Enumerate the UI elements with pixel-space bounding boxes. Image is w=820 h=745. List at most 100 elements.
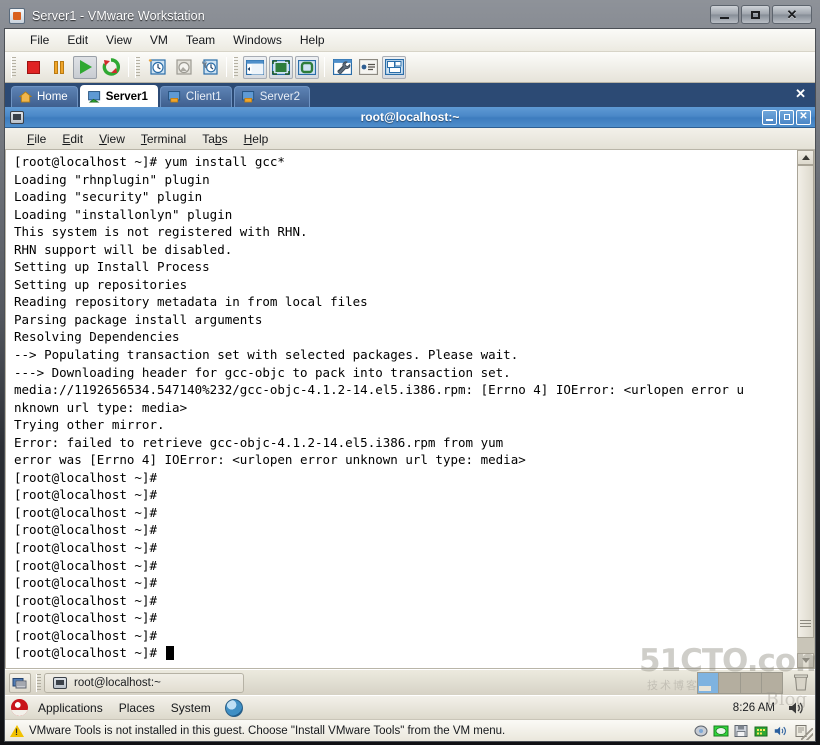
terminal-line: Setting up Install Process — [14, 259, 210, 275]
web-browser-icon[interactable] — [224, 698, 243, 717]
red-hat-icon[interactable] — [11, 699, 28, 716]
menu-help[interactable]: Help — [291, 31, 334, 49]
workspace-switcher[interactable] — [697, 672, 783, 694]
terminal-menu-help[interactable]: Help — [236, 131, 277, 147]
clock[interactable]: 8:26 AM — [733, 702, 775, 714]
minimize-button[interactable] — [710, 5, 739, 24]
workspace-2[interactable] — [719, 673, 741, 693]
tab-close-button[interactable]: ✕ — [795, 87, 806, 100]
tab-home-label: Home — [37, 91, 68, 103]
menu-file[interactable]: File — [21, 31, 58, 49]
terminal-line: [root@localhost ~]# — [14, 610, 157, 626]
stop-square-icon — [26, 60, 40, 74]
pause-icon — [54, 60, 64, 74]
terminal-line: [root@localhost ~]# — [14, 592, 157, 608]
trash-icon[interactable] — [793, 673, 809, 691]
scrollbar-thumb[interactable] — [797, 165, 814, 639]
vm-summary-button[interactable] — [356, 56, 380, 79]
status-message: VMware Tools is not installed in this gu… — [29, 724, 506, 737]
scrollbar-grip-icon — [800, 620, 811, 628]
show-desktop-button[interactable] — [9, 672, 31, 693]
terminal-menu-tabs[interactable]: Tabs — [194, 131, 235, 147]
terminal-line: Error: failed to retrieve gcc-objc-4.1.2… — [14, 434, 504, 450]
workspace-3[interactable] — [740, 673, 762, 693]
gnome-terminal-window: root@localhost:~ ✕ File Edit View Termin… — [5, 107, 815, 669]
revert-snapshot-button[interactable] — [171, 56, 195, 79]
taskbar-item-label: root@localhost:~ — [74, 676, 161, 689]
suspend-button[interactable] — [47, 56, 71, 79]
console-view-button[interactable] — [382, 55, 406, 79]
show-desktop-icon — [12, 677, 27, 688]
terminal-menu-edit[interactable]: Edit — [54, 131, 91, 147]
menu-view[interactable]: View — [97, 31, 141, 49]
menu-vm[interactable]: VM — [141, 31, 177, 49]
snapshot-manager-button[interactable] — [197, 56, 221, 79]
fullscreen-icon — [272, 59, 290, 75]
vmware-status-bar: VMware Tools is not installed in this gu… — [5, 719, 815, 741]
play-triangle-icon — [80, 60, 92, 74]
sound-tray-icon[interactable] — [773, 724, 789, 738]
network-tray-icon[interactable] — [753, 724, 769, 738]
panel-grip[interactable] — [36, 673, 41, 692]
close-button[interactable]: ✕ — [772, 5, 812, 24]
toolbar-grip[interactable] — [11, 56, 16, 78]
resize-grip[interactable] — [801, 728, 813, 740]
guest-screen[interactable]: root@localhost:~ ✕ File Edit View Termin… — [5, 107, 815, 719]
terminal-menu-file[interactable]: File — [19, 131, 54, 147]
power-on-button[interactable] — [73, 55, 97, 79]
console-windows-icon — [384, 59, 404, 75]
snapshot-button[interactable] — [145, 56, 169, 79]
toolbar-grip-2[interactable] — [135, 56, 140, 78]
menu-windows[interactable]: Windows — [224, 31, 291, 49]
terminal-body[interactable]: [root@localhost ~]# yum install gcc* Load… — [5, 150, 815, 669]
scroll-up-button[interactable] — [797, 150, 814, 165]
show-sidebar-button[interactable] — [243, 55, 267, 79]
tab-home[interactable]: Home — [11, 86, 78, 107]
tab-server2[interactable]: Server2 — [233, 86, 310, 107]
terminal-scrollbar[interactable] — [797, 150, 814, 668]
tab-client1-label: Client1 — [185, 91, 222, 103]
power-off-button[interactable] — [21, 56, 45, 79]
gnome-menu-places[interactable]: Places — [111, 699, 163, 717]
terminal-menu-view[interactable]: View — [91, 131, 133, 147]
gnome-window-list-panel: root@localhost:~ — [5, 669, 815, 695]
terminal-line: Reading repository metadata in from loca… — [14, 294, 368, 310]
quick-switch-button[interactable] — [295, 55, 319, 79]
menu-team[interactable]: Team — [177, 31, 224, 49]
home-icon — [19, 91, 32, 103]
terminal-menu-terminal[interactable]: Terminal — [133, 131, 194, 147]
volume-icon[interactable] — [787, 700, 805, 716]
terminal-minimize-button[interactable] — [762, 109, 777, 125]
vmware-workstation-window: Server1 - VMware Workstation ✕ File Edit… — [0, 0, 820, 745]
gnome-menu-applications[interactable]: Applications — [30, 699, 111, 717]
taskbar-item-terminal[interactable]: root@localhost:~ — [44, 672, 244, 693]
workspace-4[interactable] — [761, 673, 782, 693]
terminal-close-button[interactable]: ✕ — [796, 109, 811, 125]
vm-icon — [168, 91, 181, 103]
menu-edit[interactable]: Edit — [58, 31, 97, 49]
hard-disk-tray-icon[interactable] — [693, 724, 709, 738]
tab-server1[interactable]: Server1 — [79, 85, 158, 107]
terminal-maximize-button[interactable] — [779, 109, 794, 125]
gnome-menu-system[interactable]: System — [163, 699, 219, 717]
terminal-cursor — [165, 646, 174, 661]
floppy-tray-icon[interactable] — [733, 724, 749, 738]
maximize-button[interactable] — [741, 5, 770, 24]
tab-client1[interactable]: Client1 — [159, 86, 232, 107]
window-controls: ✕ — [708, 5, 812, 24]
scrollbar-track[interactable] — [797, 165, 814, 653]
workspace-1[interactable] — [698, 673, 720, 693]
terminal-output[interactable]: [root@localhost ~]# yum install gcc* Load… — [6, 150, 797, 668]
scroll-down-button[interactable] — [797, 653, 814, 668]
wrench-window-icon — [332, 59, 352, 75]
toolbar-grip-3[interactable] — [233, 56, 238, 78]
vm-settings-button[interactable] — [330, 56, 354, 79]
terminal-line: Setting up repositories — [14, 276, 188, 292]
terminal-line: Trying other mirror. — [14, 417, 165, 433]
reset-button[interactable] — [99, 56, 123, 79]
cdrom-tray-icon[interactable] — [713, 724, 729, 738]
terminal-line: ---> Downloading header for gcc-objc to … — [14, 364, 511, 380]
terminal-line: nknown url type: media> — [14, 399, 188, 415]
summary-list-icon — [358, 59, 378, 75]
fullscreen-button[interactable] — [269, 55, 293, 79]
